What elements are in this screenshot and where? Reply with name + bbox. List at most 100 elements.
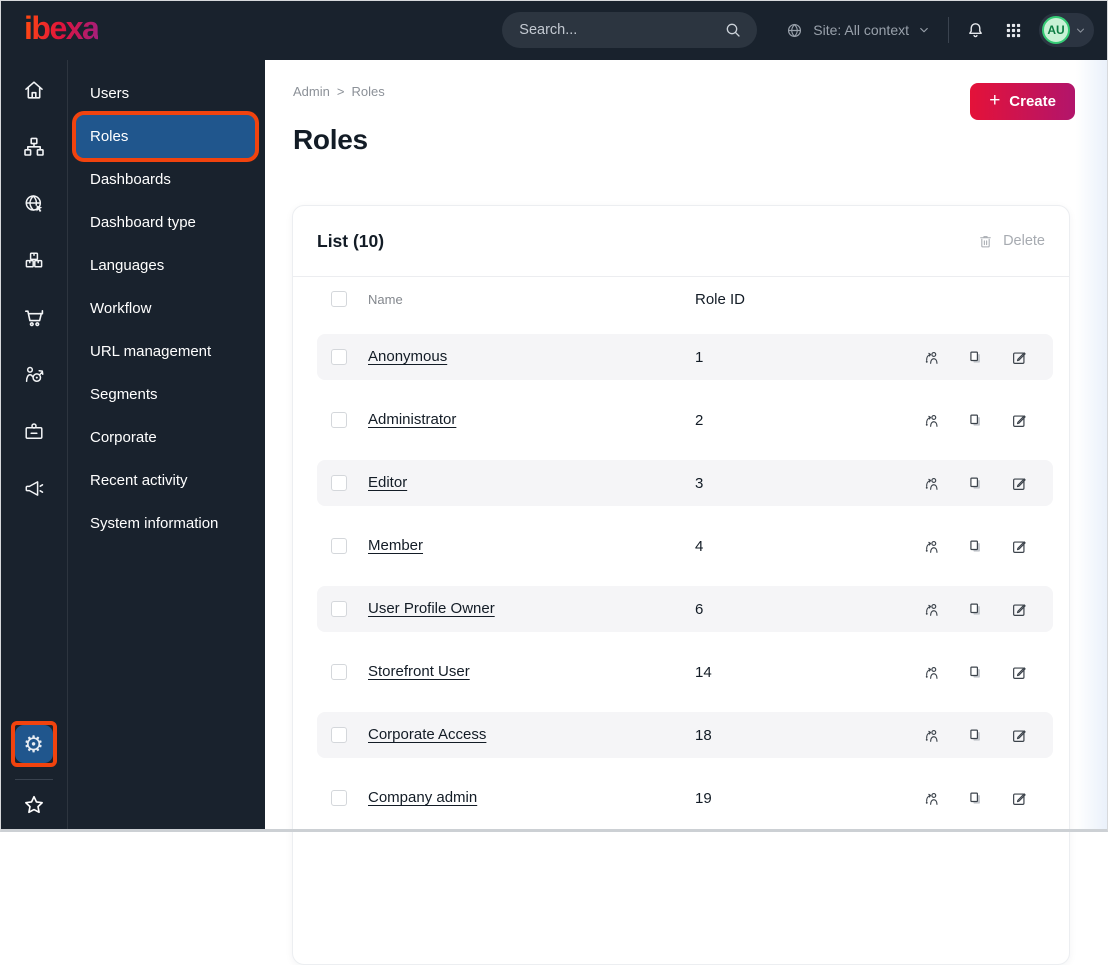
sidebar-menu: Users Roles Dashboards Dashboard type La… <box>68 60 265 832</box>
assign-users-icon[interactable] <box>922 411 941 430</box>
sidebar-item-segments[interactable]: Segments <box>68 373 265 416</box>
column-header-role-id: Role ID <box>695 290 746 308</box>
role-id-cell: 2 <box>695 411 704 429</box>
create-button[interactable]: + Create <box>970 83 1075 120</box>
row-checkbox[interactable] <box>331 349 347 365</box>
roles-table-body: Anonymous 1 Administrator 2 Editor 3 Mem… <box>293 321 1069 821</box>
row-checkbox[interactable] <box>331 664 347 680</box>
row-checkbox[interactable] <box>331 727 347 743</box>
site-context-switcher[interactable]: Site: All context <box>785 21 930 40</box>
sidebar-item-dashboards[interactable]: Dashboards <box>68 158 265 201</box>
notifications-bell-icon[interactable] <box>965 20 986 41</box>
row-checkbox[interactable] <box>331 412 347 428</box>
list-card-header: List (10) Delete <box>293 206 1069 277</box>
table-row: Editor 3 <box>317 460 1053 506</box>
list-title: List (10) <box>317 230 385 251</box>
row-checkbox[interactable] <box>331 790 347 806</box>
target-audience-icon[interactable] <box>22 363 46 387</box>
search-icon <box>723 20 743 40</box>
home-icon[interactable] <box>22 78 46 102</box>
copy-icon[interactable] <box>966 411 985 430</box>
row-actions <box>922 726 1029 745</box>
table-row: Company admin 19 <box>317 775 1053 821</box>
products-boxes-icon[interactable] <box>22 249 46 273</box>
create-button-label: Create <box>1009 93 1056 110</box>
search-input[interactable] <box>519 22 724 38</box>
assign-users-icon[interactable] <box>922 537 941 556</box>
table-row: Storefront User 14 <box>317 649 1053 695</box>
breadcrumb-roles[interactable]: Roles <box>351 84 384 99</box>
edit-icon[interactable] <box>1010 348 1029 367</box>
copy-icon[interactable] <box>966 789 985 808</box>
edit-icon[interactable] <box>1010 537 1029 556</box>
copy-icon[interactable] <box>966 537 985 556</box>
assign-users-icon[interactable] <box>922 726 941 745</box>
sidebar-item-corporate[interactable]: Corporate <box>68 416 265 459</box>
edit-icon[interactable] <box>1010 726 1029 745</box>
sidebar-item-roles[interactable]: Roles <box>76 115 255 158</box>
bookmarks-star-icon[interactable] <box>21 792 47 818</box>
breadcrumb: Admin > Roles <box>293 84 385 99</box>
role-name-link[interactable]: Storefront User <box>368 663 470 680</box>
copy-icon[interactable] <box>966 600 985 619</box>
icon-rail: ⚙ <box>0 60 68 832</box>
edit-icon[interactable] <box>1010 474 1029 493</box>
role-name-link[interactable]: Editor <box>368 474 407 491</box>
roles-list-card: List (10) Delete Name Role ID Anonymous … <box>292 205 1070 965</box>
edit-icon[interactable] <box>1010 663 1029 682</box>
admin-gear-icon[interactable]: ⚙ <box>14 725 53 763</box>
global-search[interactable] <box>502 12 758 48</box>
assign-users-icon[interactable] <box>922 600 941 619</box>
copy-icon[interactable] <box>966 663 985 682</box>
app-grid-icon[interactable] <box>1004 21 1023 40</box>
delete-button[interactable]: Delete <box>977 233 1045 250</box>
chevron-down-icon <box>1075 25 1086 36</box>
row-actions <box>922 663 1029 682</box>
role-id-cell: 1 <box>695 348 704 366</box>
sidebar-item-url-management[interactable]: URL management <box>68 330 265 373</box>
role-name-link[interactable]: Administrator <box>368 411 456 428</box>
sidebar-item-languages[interactable]: Languages <box>68 244 265 287</box>
row-actions <box>922 789 1029 808</box>
breadcrumb-separator: > <box>336 84 345 99</box>
role-id-cell: 4 <box>695 537 704 555</box>
edit-icon[interactable] <box>1010 411 1029 430</box>
role-name-link[interactable]: Corporate Access <box>368 726 486 743</box>
page-title: Roles <box>293 124 368 155</box>
user-menu[interactable]: AU <box>1039 13 1094 47</box>
assign-users-icon[interactable] <box>922 474 941 493</box>
breadcrumb-admin[interactable]: Admin <box>293 84 330 99</box>
sidebar-item-dashboard-type[interactable]: Dashboard type <box>68 201 265 244</box>
role-name-link[interactable]: Member <box>368 537 423 554</box>
row-actions <box>922 474 1029 493</box>
megaphone-icon[interactable] <box>22 477 46 501</box>
role-id-cell: 19 <box>695 789 712 807</box>
sidebar-item-recent-activity[interactable]: Recent activity <box>68 459 265 502</box>
assign-users-icon[interactable] <box>922 663 941 682</box>
row-checkbox[interactable] <box>331 538 347 554</box>
assign-users-icon[interactable] <box>922 789 941 808</box>
table-row: Corporate Access 18 <box>317 712 1053 758</box>
role-name-link[interactable]: Company admin <box>368 789 477 806</box>
role-name-link[interactable]: Anonymous <box>368 348 447 365</box>
content-tree-icon[interactable] <box>22 135 46 159</box>
sidebar-item-users[interactable]: Users <box>68 72 265 115</box>
select-all-checkbox[interactable] <box>331 291 347 307</box>
copy-icon[interactable] <box>966 474 985 493</box>
copy-icon[interactable] <box>966 726 985 745</box>
plus-icon: + <box>989 90 1001 111</box>
sidebar-item-system-information[interactable]: System information <box>68 502 265 545</box>
edit-icon[interactable] <box>1010 789 1029 808</box>
id-badge-icon[interactable] <box>22 420 46 444</box>
site-globe-icon[interactable] <box>22 192 46 216</box>
sidebar-item-workflow[interactable]: Workflow <box>68 287 265 330</box>
role-name-link[interactable]: User Profile Owner <box>368 600 495 617</box>
row-checkbox[interactable] <box>331 475 347 491</box>
row-actions <box>922 600 1029 619</box>
row-checkbox[interactable] <box>331 601 347 617</box>
cart-icon[interactable] <box>22 306 46 330</box>
copy-icon[interactable] <box>966 348 985 367</box>
assign-users-icon[interactable] <box>922 348 941 367</box>
site-context-label: Site: All context <box>813 22 909 38</box>
edit-icon[interactable] <box>1010 600 1029 619</box>
